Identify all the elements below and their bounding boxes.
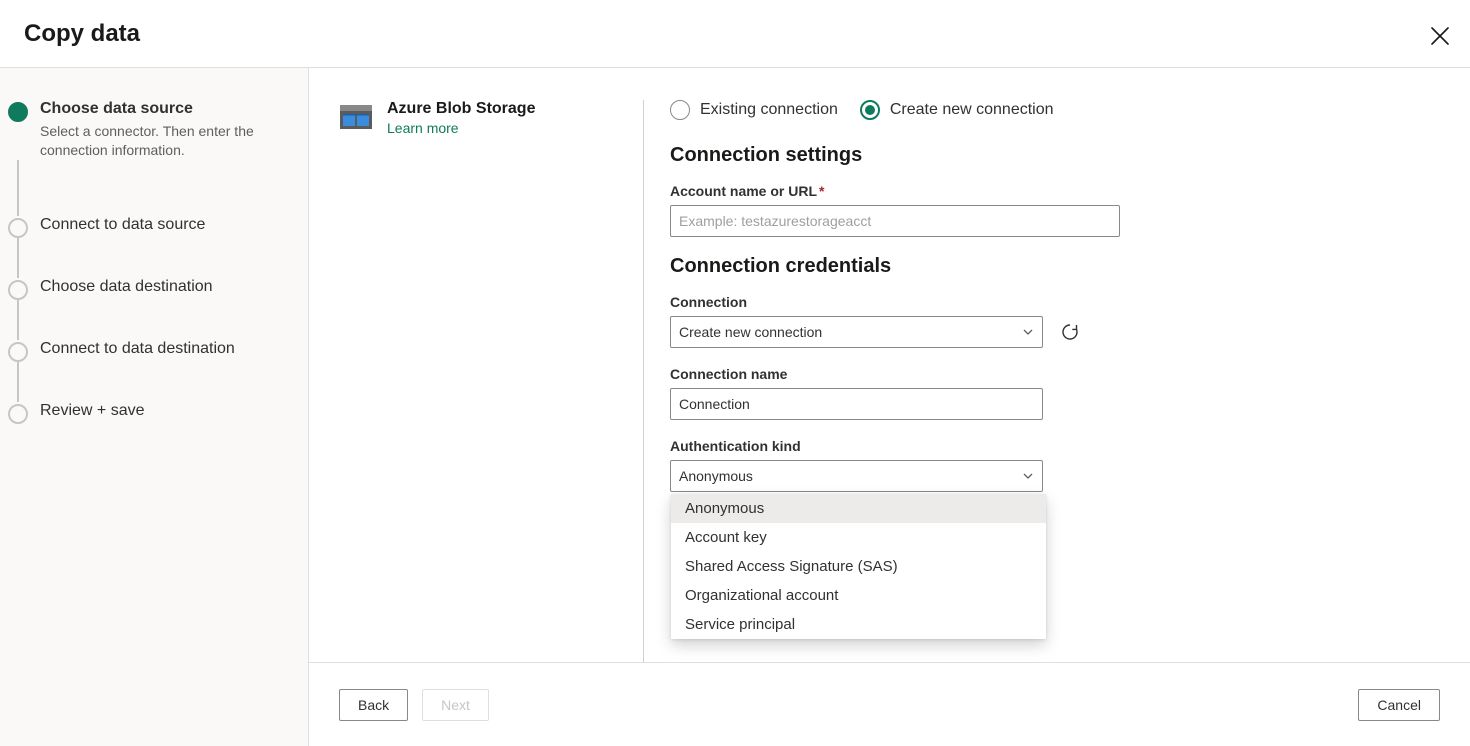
account-name-input[interactable] [670,205,1120,237]
close-button[interactable] [1428,24,1452,48]
step-marker-icon [8,218,28,238]
radio-label: Existing connection [700,101,838,119]
connector-name: Azure Blob Storage [387,100,535,118]
step-marker-icon [8,404,28,424]
step-review-save[interactable]: Review + save [8,402,284,424]
authentication-kind-dropdown: Anonymous Account key Shared Access Sign… [671,494,1046,639]
step-title: Choose data source [40,100,284,118]
connection-select[interactable]: Create new connection [670,316,1043,348]
connection-name-label: Connection name [670,366,1440,382]
connection-label: Connection [670,294,1440,310]
step-connect-to-data-source[interactable]: Connect to data source [8,216,284,238]
step-title: Review + save [40,402,284,420]
step-connector [17,160,284,216]
account-name-label: Account name or URL* [670,183,1440,199]
dialog-title: Copy data [24,20,1446,48]
auth-option-sas[interactable]: Shared Access Signature (SAS) [671,552,1046,581]
select-value: Create new connection [679,324,822,340]
authentication-kind-select[interactable]: Anonymous Anonymous Account key Shared A… [670,460,1043,492]
auth-option-account-key[interactable]: Account key [671,523,1046,552]
radio-create-new-connection[interactable]: Create new connection [860,100,1054,120]
auth-option-organizational[interactable]: Organizational account [671,581,1046,610]
next-button[interactable]: Next [422,689,489,721]
wizard-sidebar: Choose data source Select a connector. T… [0,68,309,746]
close-icon [1431,27,1449,45]
wizard-footer: Back Next Cancel [309,662,1470,746]
radio-icon [670,100,690,120]
step-connector [17,362,284,402]
step-connector [17,238,284,278]
step-title: Choose data destination [40,278,284,296]
step-title: Connect to data source [40,216,284,234]
section-connection-settings: Connection settings [670,144,1440,167]
step-connector [17,300,284,340]
authentication-kind-label: Authentication kind [670,438,1440,454]
required-asterisk: * [819,183,824,199]
back-button[interactable]: Back [339,689,408,721]
radio-label: Create new connection [890,101,1054,119]
auth-option-service-principal[interactable]: Service principal [671,610,1046,639]
connection-name-input[interactable] [670,388,1043,420]
connection-form: Existing connection Create new connectio… [644,100,1440,662]
radio-icon [860,100,880,120]
step-marker-icon [8,342,28,362]
auth-option-anonymous[interactable]: Anonymous [671,494,1046,523]
cancel-button[interactable]: Cancel [1358,689,1440,721]
dialog-header: Copy data [0,0,1470,68]
step-choose-data-source[interactable]: Choose data source Select a connector. T… [8,100,284,160]
connector-info: Azure Blob Storage Learn more [339,100,644,662]
radio-existing-connection[interactable]: Existing connection [670,100,838,120]
learn-more-link[interactable]: Learn more [387,120,459,136]
step-description: Select a connector. Then enter the conne… [40,122,284,160]
refresh-icon [1060,322,1080,342]
step-choose-data-destination[interactable]: Choose data destination [8,278,284,300]
chevron-down-icon [1022,326,1034,338]
azure-blob-storage-icon [339,100,373,134]
step-connect-to-data-destination[interactable]: Connect to data destination [8,340,284,362]
step-marker-icon [8,280,28,300]
select-value: Anonymous [679,468,753,484]
refresh-connections-button[interactable] [1057,319,1083,345]
chevron-down-icon [1022,470,1034,482]
step-marker-icon [8,102,28,122]
section-connection-credentials: Connection credentials [670,255,1440,278]
step-title: Connect to data destination [40,340,284,358]
